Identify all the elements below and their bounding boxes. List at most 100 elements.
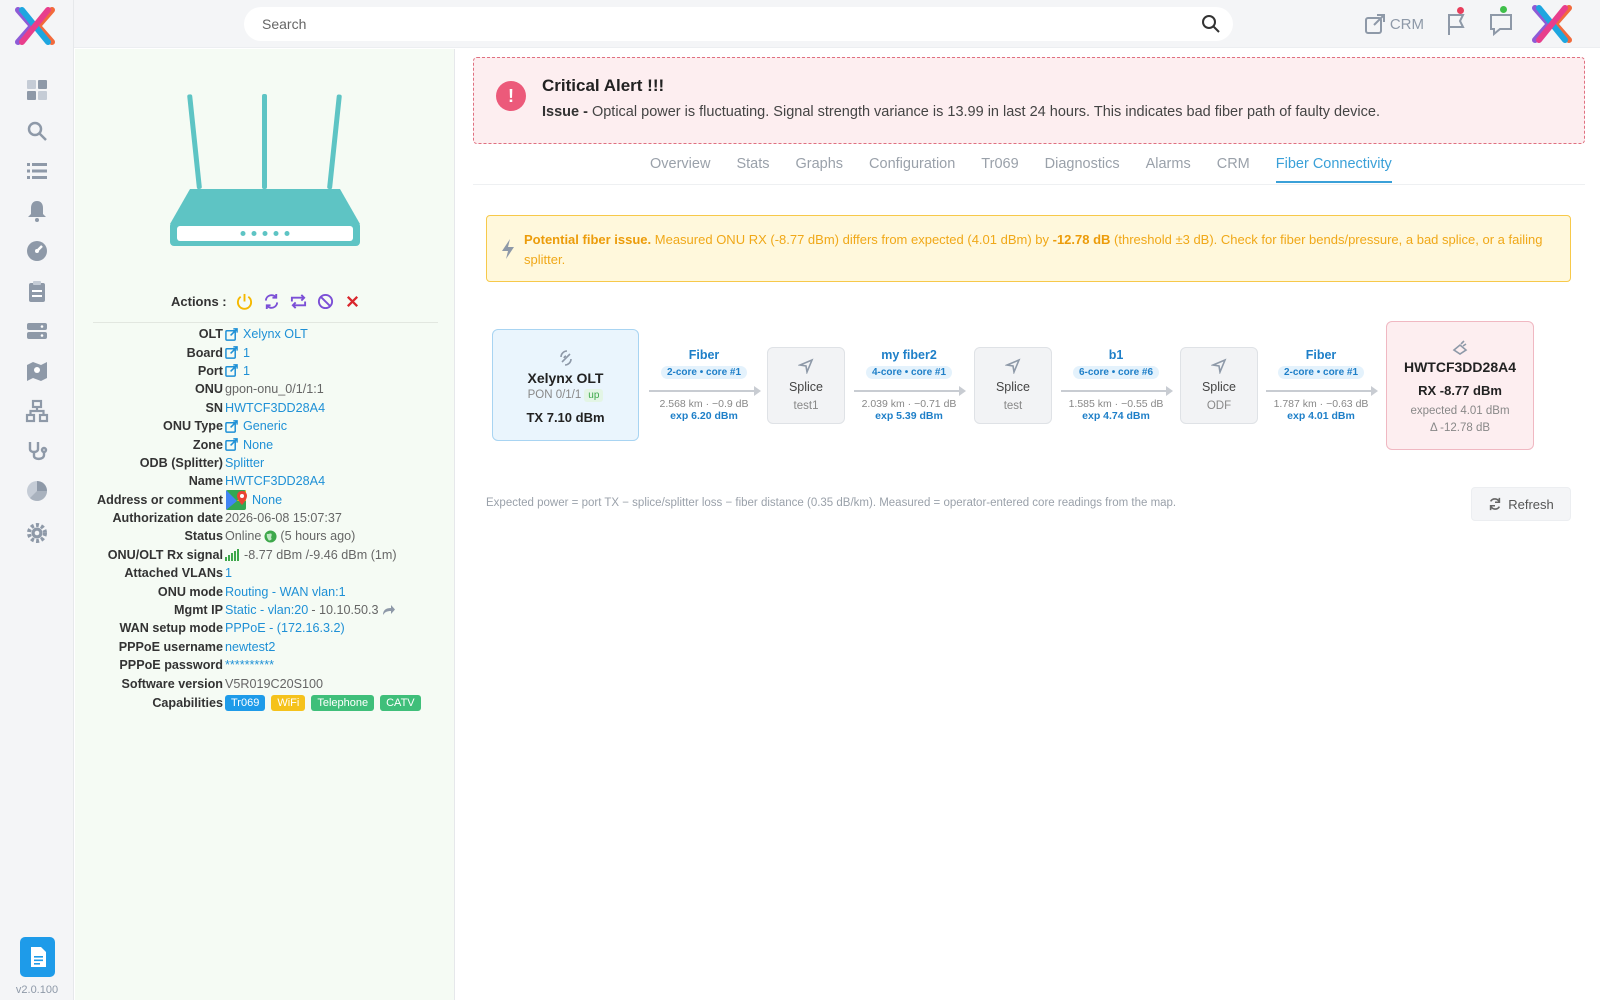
chat-icon[interactable] bbox=[1486, 6, 1516, 39]
issue-text: Optical power is fluctuating. Signal str… bbox=[591, 104, 1380, 120]
dashboard-icon[interactable] bbox=[22, 75, 52, 105]
tab-graphs[interactable]: Graphs bbox=[795, 156, 843, 183]
fiber-segment-4[interactable]: Fiber 2-core • core #1 1.787 km · −0.63 … bbox=[1266, 348, 1378, 422]
sync-icon[interactable] bbox=[262, 292, 281, 311]
fiber-segment-1[interactable]: Fiber 2-core • core #1 2.568 km · −0.9 d… bbox=[649, 348, 761, 422]
gear-icon[interactable] bbox=[22, 518, 52, 548]
onu-mode-link[interactable]: Routing - WAN vlan:1 bbox=[225, 585, 346, 599]
tab-alarms[interactable]: Alarms bbox=[1146, 156, 1191, 183]
olt-name: Xelynx OLT bbox=[527, 370, 604, 386]
port-label: Port bbox=[197, 363, 223, 378]
delete-icon[interactable] bbox=[343, 292, 362, 311]
tab-bar: Overview Stats Graphs Configuration Tr06… bbox=[650, 156, 1392, 183]
splice-node-3[interactable]: Splice ODF bbox=[1180, 347, 1258, 424]
port-link[interactable]: 1 bbox=[243, 364, 250, 378]
pppoe-user-link[interactable]: newtest2 bbox=[225, 640, 275, 654]
olt-node[interactable]: Xelynx OLT PON 0/1/1 up TX 7.10 dBm bbox=[492, 329, 639, 441]
pie-chart-icon[interactable] bbox=[22, 476, 52, 506]
mgmt-ip-row: Mgmt IP Static - vlan:20 - 10.10.50.3 bbox=[75, 601, 455, 619]
splice-node-1[interactable]: Splice test1 bbox=[767, 347, 845, 424]
stethoscope-icon[interactable] bbox=[22, 436, 52, 466]
map-pin-icon[interactable] bbox=[225, 489, 249, 511]
address-link[interactable]: None bbox=[252, 493, 282, 507]
map-icon[interactable] bbox=[22, 356, 52, 386]
app-version: v2.0.100 bbox=[15, 984, 59, 996]
fiber-segment-3[interactable]: b1 6-core • core #6 1.585 km · −0.55 dB … bbox=[1061, 348, 1173, 422]
fiber-meta: 2.568 km · −0.9 dB bbox=[659, 398, 749, 410]
splice-name: test bbox=[1003, 400, 1023, 412]
refresh-button[interactable]: Refresh bbox=[1471, 487, 1571, 521]
onu-delta: Δ -12.78 dB bbox=[1429, 422, 1491, 434]
fiber-name: b1 bbox=[1108, 348, 1124, 362]
onu-type-link[interactable]: Generic bbox=[243, 419, 287, 433]
splice-name: test1 bbox=[793, 400, 819, 412]
auth-date-value: 2026-06-08 15:07:37 bbox=[225, 511, 342, 526]
crm-link[interactable]: CRM bbox=[1364, 13, 1424, 35]
bell-icon[interactable] bbox=[22, 196, 52, 226]
power-icon[interactable] bbox=[235, 292, 254, 311]
mgmt-ip-link[interactable]: Static - vlan:20 bbox=[225, 603, 308, 617]
device-info: OLT Xelynx OLT Board 1 Port 1 ONU gpon-o… bbox=[75, 325, 455, 713]
onu-row: ONU gpon-onu_0/1/1:1 bbox=[75, 380, 455, 398]
search-input[interactable] bbox=[262, 7, 1162, 41]
sidebar: v2.0.100 bbox=[0, 0, 74, 1000]
server-icon[interactable] bbox=[22, 316, 52, 346]
odb-row: ODB (Splitter) Splitter bbox=[75, 454, 455, 472]
wan-mode-link[interactable]: PPPoE - (172.16.3.2) bbox=[225, 621, 345, 635]
actions-bar: Actions : bbox=[171, 292, 362, 311]
olt-link[interactable]: Xelynx OLT bbox=[243, 327, 308, 341]
status-extra: (5 hours ago) bbox=[280, 529, 356, 544]
mgmt-ip-address: - 10.10.50.3 bbox=[311, 603, 379, 618]
board-link[interactable]: 1 bbox=[243, 346, 250, 360]
globe-icon bbox=[264, 530, 277, 543]
list-icon[interactable] bbox=[22, 156, 52, 186]
external-link-icon bbox=[225, 346, 238, 359]
odb-link[interactable]: Splitter bbox=[225, 456, 264, 470]
warning-delta: -12.78 dB bbox=[1052, 232, 1111, 247]
tab-crm[interactable]: CRM bbox=[1217, 156, 1250, 183]
repeat-icon[interactable] bbox=[289, 292, 308, 311]
search-icon[interactable] bbox=[22, 116, 52, 146]
top-actions: CRM bbox=[1364, 0, 1600, 48]
block-icon[interactable] bbox=[316, 292, 335, 311]
fiber-segment-2[interactable]: my fiber2 4-core • core #1 2.039 km · −0… bbox=[854, 348, 966, 422]
vlans-link[interactable]: 1 bbox=[225, 566, 232, 580]
fiber-expected: exp 4.74 dBm bbox=[1082, 410, 1150, 422]
tab-stats[interactable]: Stats bbox=[736, 156, 769, 183]
divider bbox=[93, 322, 438, 323]
splice-node-2[interactable]: Splice test bbox=[974, 347, 1052, 424]
onu-node[interactable]: HWTCF3DD28A4 RX -8.77 dBm expected 4.01 … bbox=[1386, 321, 1534, 450]
tabs-divider bbox=[473, 184, 1585, 185]
status-dot bbox=[1500, 6, 1507, 13]
sn-link[interactable]: HWTCF3DD28A4 bbox=[225, 401, 325, 415]
app-logo[interactable] bbox=[14, 6, 56, 46]
tab-overview[interactable]: Overview bbox=[650, 156, 710, 183]
name-link[interactable]: HWTCF3DD28A4 bbox=[225, 474, 325, 488]
splice-name: ODF bbox=[1206, 400, 1232, 412]
zone-link[interactable]: None bbox=[243, 438, 273, 452]
tab-diagnostics[interactable]: Diagnostics bbox=[1045, 156, 1120, 183]
search-icon[interactable] bbox=[1201, 14, 1221, 34]
brand-logo[interactable] bbox=[1530, 4, 1574, 44]
tab-tr069[interactable]: Tr069 bbox=[981, 156, 1018, 183]
fiber-expected: exp 6.20 dBm bbox=[670, 410, 738, 422]
flag-icon[interactable] bbox=[1442, 7, 1472, 39]
splice-label: Splice bbox=[995, 380, 1031, 394]
document-icon[interactable] bbox=[20, 937, 55, 977]
tab-configuration[interactable]: Configuration bbox=[869, 156, 955, 183]
forward-arrow-icon[interactable] bbox=[382, 604, 396, 616]
wan-mode-row: WAN setup mode PPPoE - (172.16.3.2) bbox=[75, 619, 455, 637]
clipboard-icon[interactable] bbox=[22, 276, 52, 306]
gauge-icon[interactable] bbox=[22, 236, 52, 266]
fiber-meta: 1.787 km · −0.63 dB bbox=[1273, 398, 1369, 410]
onu-type-label: ONU Type bbox=[163, 419, 223, 434]
navigation-icon bbox=[1005, 358, 1021, 374]
tab-fiber-connectivity[interactable]: Fiber Connectivity bbox=[1275, 156, 1392, 183]
fiber-arrow bbox=[649, 386, 761, 396]
onu-expected: expected 4.01 dBm bbox=[1410, 405, 1510, 417]
network-icon[interactable] bbox=[22, 396, 52, 426]
actions-label: Actions : bbox=[171, 294, 227, 309]
vlans-row: Attached VLANs 1 bbox=[75, 564, 455, 582]
pppoe-pass-link[interactable]: ********** bbox=[225, 658, 274, 672]
fiber-name: Fiber bbox=[1305, 348, 1337, 362]
